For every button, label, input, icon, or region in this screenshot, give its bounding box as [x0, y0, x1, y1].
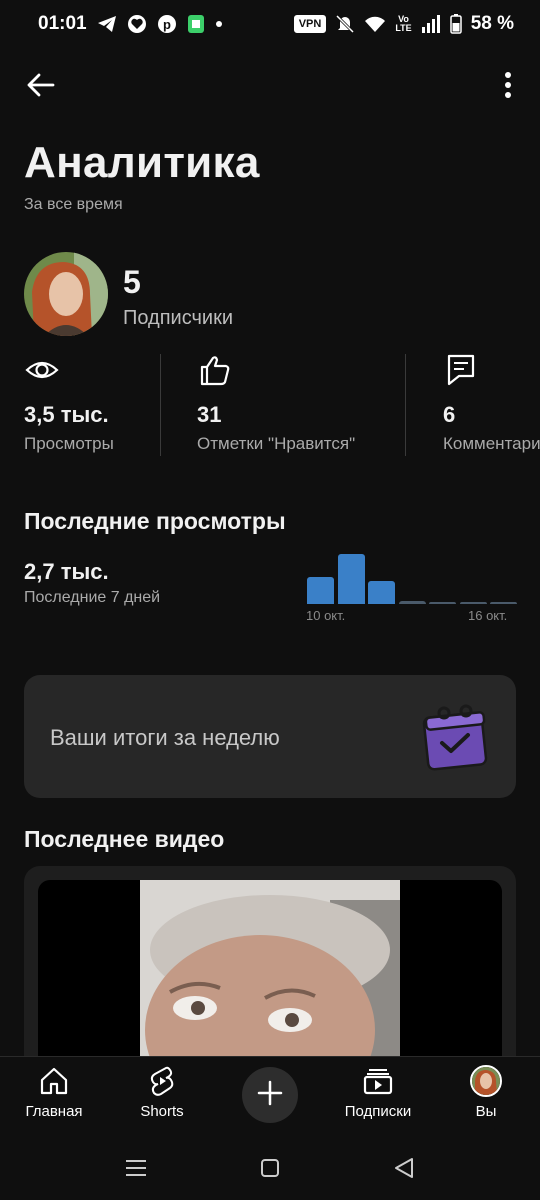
app-icon — [187, 14, 205, 34]
wifi-icon — [364, 15, 386, 33]
recent-views-chart[interactable] — [307, 540, 517, 604]
stat-likes-value: 31 — [197, 402, 222, 427]
back-arrow-icon[interactable] — [24, 68, 58, 102]
status-bar: 01:01 p VPN Vo LTE 58 % — [0, 0, 540, 48]
chart-bar — [307, 577, 334, 604]
nav-subscriptions-label: Подписки — [344, 1103, 412, 1120]
video-frame-image — [140, 880, 400, 1060]
stat-views-value: 3,5 тыс. — [24, 402, 109, 427]
volte-icon: Vo LTE — [395, 14, 412, 33]
subscribers-label: Подписчики — [123, 307, 234, 329]
chart-bar — [429, 602, 456, 604]
create-button[interactable] — [242, 1067, 298, 1123]
nav-you[interactable]: Вы — [432, 1065, 540, 1120]
stat-views[interactable]: 3,5 тыс. Просмотры — [24, 352, 114, 453]
battery-level: 58 % — [470, 13, 514, 34]
stat-views-label: Просмотры — [24, 434, 114, 453]
dot-icon — [215, 20, 223, 28]
heart-icon — [127, 14, 147, 34]
chart-bar — [337, 554, 365, 604]
menu-icon[interactable] — [122, 1154, 150, 1182]
muted-bell-icon — [335, 14, 355, 34]
recent-views-value: 2,7 тыс. — [24, 559, 109, 584]
stats-divider — [160, 354, 161, 456]
signal-icon — [421, 15, 441, 33]
chart-bar — [368, 581, 395, 604]
chart-bar — [398, 601, 426, 604]
stat-comments-label: Комментарии — [443, 434, 540, 453]
plus-icon — [256, 1079, 284, 1112]
vpn-icon: VPN — [293, 15, 327, 33]
weekly-summary-text: Ваши итоги за неделю — [50, 725, 280, 750]
calendar-check-icon — [420, 703, 490, 773]
nav-shorts-label: Shorts — [140, 1103, 184, 1120]
nav-home-label: Главная — [25, 1103, 83, 1120]
eye-icon — [24, 352, 60, 388]
shorts-icon — [146, 1065, 178, 1097]
page-subtitle: За все время — [24, 196, 123, 213]
nav-home[interactable]: Главная — [0, 1065, 108, 1120]
system-navigation-bar — [0, 1136, 540, 1200]
nav-shorts[interactable]: Shorts — [108, 1065, 216, 1120]
chart-start-label: 10 окт. — [306, 608, 346, 623]
chart-end-label: 16 окт. — [468, 608, 508, 623]
subscribers-count: 5 — [123, 264, 141, 300]
channel-avatar[interactable] — [24, 252, 108, 336]
home-icon — [38, 1065, 70, 1097]
latest-video-title: Последнее видео — [24, 826, 225, 852]
stat-comments[interactable]: 6 Комментарии — [443, 352, 540, 453]
clock: 01:01 — [38, 13, 87, 34]
battery-icon — [449, 14, 462, 34]
nav-subscriptions[interactable]: Подписки — [324, 1065, 432, 1120]
stat-likes-label: Отметки "Нравится" — [197, 434, 356, 453]
top-app-bar — [0, 56, 540, 112]
more-options-icon[interactable] — [498, 68, 518, 102]
telegram-icon — [97, 15, 117, 33]
pinterest-icon: p — [157, 14, 177, 34]
recent-views-period: Последние 7 дней — [24, 589, 161, 606]
svg-text:p: p — [163, 17, 171, 32]
comment-icon — [443, 352, 479, 388]
back-triangle-icon[interactable] — [390, 1154, 418, 1182]
nav-you-label: Вы — [475, 1103, 497, 1120]
thumbs-up-icon — [197, 352, 233, 388]
home-square-icon[interactable] — [256, 1154, 284, 1182]
stat-likes[interactable]: 31 Отметки "Нравится" — [197, 352, 355, 453]
chart-bar — [459, 602, 487, 604]
recent-views-title: Последние просмотры — [24, 508, 286, 534]
stats-divider — [405, 354, 406, 456]
page-title: Аналитика — [24, 138, 260, 187]
bottom-navigation: Главная Shorts Подписки Вы — [0, 1056, 540, 1136]
stat-comments-value: 6 — [443, 402, 456, 427]
subscriptions-icon — [362, 1065, 394, 1097]
avatar — [470, 1065, 502, 1097]
weekly-summary-card[interactable]: Ваши итоги за неделю — [24, 675, 516, 798]
latest-video-thumbnail[interactable] — [38, 880, 502, 1060]
chart-bar — [490, 602, 517, 604]
